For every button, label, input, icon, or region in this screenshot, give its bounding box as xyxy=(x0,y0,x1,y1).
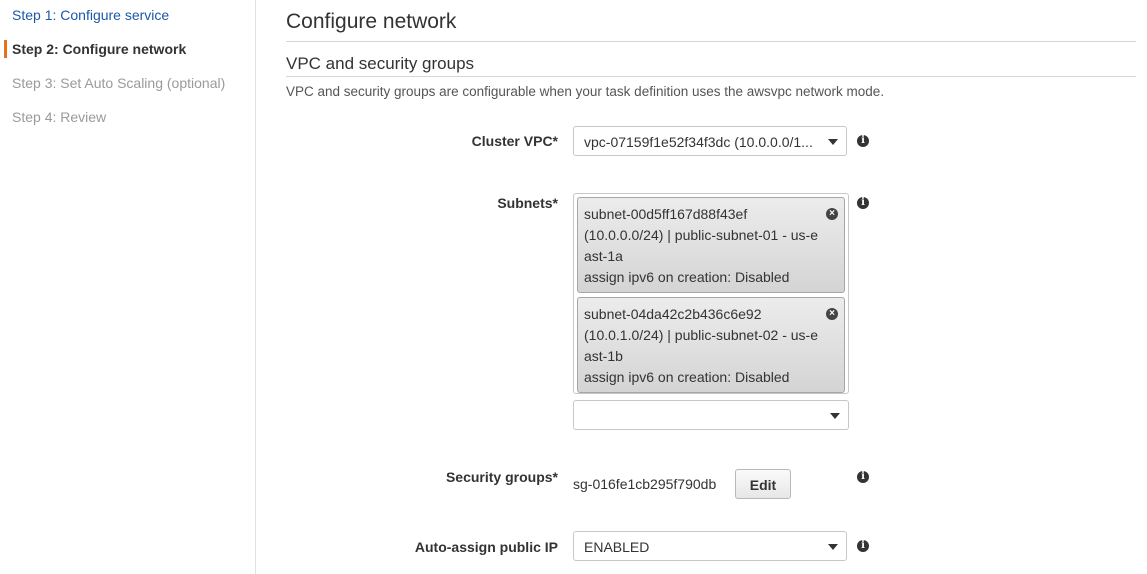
subnet-id: subnet-04da42c2b436c6e92 xyxy=(584,306,762,322)
cluster-vpc-select[interactable]: vpc-07159f1e52f34f3dc (10.0.0.0/1... xyxy=(573,126,847,156)
security-group-id: sg-016fe1cb295f790db xyxy=(573,476,717,492)
edit-security-groups-button[interactable]: Edit xyxy=(735,469,791,499)
page-title: Configure network xyxy=(286,10,457,33)
active-step-indicator xyxy=(4,40,7,58)
caret-down-icon xyxy=(828,544,838,550)
section-title: VPC and security groups xyxy=(286,54,475,73)
subnet-cidr-name: (10.0.0.0/24) | public-subnet-01 - us-e xyxy=(584,227,818,243)
subnet-add-select[interactable] xyxy=(573,400,849,430)
subnet-chip: subnet-00d5ff167d88f43ef (10.0.0.0/24) |… xyxy=(577,197,845,293)
cluster-vpc-label: Cluster VPC* xyxy=(471,133,558,149)
subnets-label: Subnets* xyxy=(497,195,558,211)
section-divider xyxy=(286,76,1136,77)
subnet-chip: subnet-04da42c2b436c6e92 (10.0.1.0/24) |… xyxy=(577,297,845,393)
step-2-current: Step 2: Configure network xyxy=(12,41,187,57)
info-icon[interactable]: i xyxy=(857,471,869,483)
cluster-vpc-value: vpc-07159f1e52f34f3dc (10.0.0.0/1... xyxy=(584,134,813,150)
subnet-az: ast-1b xyxy=(584,348,623,364)
auto-assign-ip-label: Auto-assign public IP xyxy=(414,539,558,555)
info-icon[interactable]: i xyxy=(857,540,869,552)
subnets-multiselect[interactable]: subnet-00d5ff167d88f43ef (10.0.0.0/24) |… xyxy=(573,193,849,394)
security-groups-label: Security groups* xyxy=(445,469,558,485)
section-description: VPC and security groups are configurable… xyxy=(286,84,885,99)
subnet-ipv6: assign ipv6 on creation: Disabled xyxy=(584,269,790,285)
info-icon[interactable]: i xyxy=(857,135,869,147)
subnet-id: subnet-00d5ff167d88f43ef xyxy=(584,206,748,222)
title-divider xyxy=(286,41,1136,42)
wizard-sidebar: Step 1: Configure service Step 2: Config… xyxy=(0,0,256,574)
subnet-az: ast-1a xyxy=(584,248,623,264)
info-icon[interactable]: i xyxy=(857,197,869,209)
step-3-disabled: Step 3: Set Auto Scaling (optional) xyxy=(12,75,226,91)
remove-chip-icon[interactable]: × xyxy=(826,208,838,220)
auto-assign-ip-select[interactable]: ENABLED xyxy=(573,531,847,561)
step-1-link[interactable]: Step 1: Configure service xyxy=(12,7,169,23)
step-4-disabled: Step 4: Review xyxy=(12,109,107,125)
caret-down-icon xyxy=(828,139,838,145)
remove-chip-icon[interactable]: × xyxy=(826,308,838,320)
auto-assign-ip-value: ENABLED xyxy=(584,539,650,555)
subnet-ipv6: assign ipv6 on creation: Disabled xyxy=(584,369,790,385)
caret-down-icon xyxy=(830,413,840,419)
subnet-cidr-name: (10.0.1.0/24) | public-subnet-02 - us-e xyxy=(584,327,818,343)
